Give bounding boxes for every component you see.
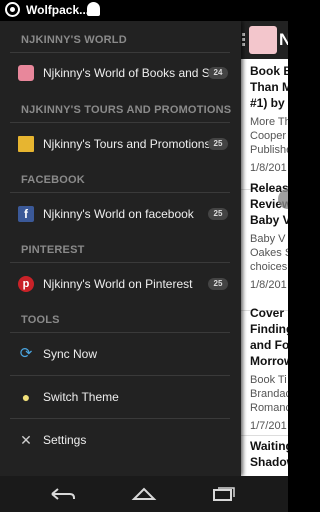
tool-label: Switch Theme bbox=[43, 390, 119, 404]
feed-label: Njkinny's Tours and Promotions bbox=[43, 137, 211, 151]
sync-icon: ⟳ bbox=[19, 345, 33, 362]
status-bar: Wolfpack.... bbox=[0, 0, 288, 21]
unread-count-badge: 25 bbox=[208, 138, 228, 150]
feed-label: Njkinny's World on Pinterest bbox=[43, 277, 193, 291]
divider bbox=[10, 375, 230, 376]
tool-label: Sync Now bbox=[43, 347, 98, 361]
article-snippet-line: Book Ti bbox=[250, 374, 287, 386]
feed-label: Njkinny's World on facebook bbox=[43, 207, 194, 221]
navigation-bar bbox=[0, 476, 288, 512]
divider bbox=[10, 192, 230, 193]
article-item[interactable]: Cover R Finding and Fo Morrow Book Ti Br… bbox=[241, 305, 288, 436]
section-header: PINTEREST bbox=[21, 244, 85, 256]
unread-count-badge: 24 bbox=[208, 67, 228, 79]
divider bbox=[10, 262, 230, 263]
unread-count-badge: 25 bbox=[208, 208, 228, 220]
section-header: TOOLS bbox=[21, 314, 60, 326]
feed-item-books-and-stuff[interactable]: Njkinny's World of Books and Stuff 24 bbox=[0, 53, 241, 93]
tours-logo-icon bbox=[18, 136, 34, 152]
back-icon[interactable] bbox=[50, 486, 76, 502]
article-snippet-line: Publishe bbox=[250, 144, 288, 156]
facebook-icon: f bbox=[18, 206, 34, 222]
article-snippet-line: Oakes S bbox=[250, 247, 288, 259]
settings-icon: ✕ bbox=[20, 432, 32, 448]
whatsapp-icon bbox=[5, 2, 20, 17]
article-title-line: Than M bbox=[250, 80, 288, 94]
lightbulb-icon: ● bbox=[21, 389, 31, 405]
divider bbox=[10, 332, 230, 333]
article-date: 1/8/201 bbox=[250, 162, 287, 174]
recent-apps-icon[interactable] bbox=[211, 486, 237, 502]
feed-item-tours-and-promotions[interactable]: Njkinny's Tours and Promotions 25 bbox=[0, 124, 241, 164]
article-item[interactable]: Book B Than M #1) by More Th Cooper Publ… bbox=[241, 63, 288, 190]
article-title-line: Morrow bbox=[250, 354, 288, 368]
pinterest-icon: p bbox=[18, 276, 34, 292]
content-panel: N Book B Than M #1) by More Th Cooper Pu… bbox=[241, 21, 288, 476]
drawer-indicator-icon[interactable] bbox=[242, 33, 245, 47]
section-header: NJKINNY'S TOURS AND PROMOTIONS bbox=[21, 104, 232, 116]
article-snippet-line: Brandac bbox=[250, 388, 288, 400]
ghost-icon bbox=[87, 2, 100, 16]
feed-item-pinterest[interactable]: p Njkinny's World on Pinterest 25 bbox=[0, 264, 241, 304]
feed-item-facebook[interactable]: f Njkinny's World on facebook 25 bbox=[0, 194, 241, 234]
article-title-line: Baby V bbox=[250, 213, 288, 227]
article-title-line: Cover R bbox=[250, 306, 288, 320]
article-title-line: Book B bbox=[250, 64, 288, 78]
action-bar: N bbox=[241, 21, 288, 59]
feed-label: Njkinny's World of Books and Stuff bbox=[43, 66, 213, 80]
article-title-line: and Fo bbox=[250, 338, 288, 352]
unread-count-badge: 25 bbox=[208, 278, 228, 290]
article-date: 1/8/201 bbox=[250, 279, 287, 291]
article-snippet-line: Romanc bbox=[250, 402, 288, 414]
article-title-line: Finding bbox=[250, 322, 288, 336]
article-title-line: #1) by bbox=[250, 96, 285, 110]
blog-logo-icon bbox=[18, 65, 34, 81]
article-snippet-line: Baby V bbox=[250, 233, 286, 245]
action-bar-title: N bbox=[279, 30, 288, 49]
article-item[interactable]: Waiting Shadow bbox=[241, 438, 288, 476]
article-date: 1/7/201 bbox=[250, 420, 287, 432]
article-title-line: Waiting bbox=[250, 439, 288, 453]
sync-now-item[interactable]: ⟳ Sync Now bbox=[0, 334, 241, 374]
app-logo-icon[interactable] bbox=[249, 26, 277, 54]
home-icon[interactable] bbox=[131, 486, 157, 502]
article-title-line: Shadow bbox=[250, 455, 288, 469]
divider bbox=[10, 418, 230, 419]
article-snippet-line: More Th bbox=[250, 116, 288, 128]
section-header: NJKINNY'S WORLD bbox=[21, 34, 127, 46]
divider bbox=[10, 122, 230, 123]
article-snippet-line: choices bbox=[250, 261, 288, 273]
notification-text: Wolfpack.... bbox=[26, 3, 93, 17]
navigation-drawer: NJKINNY'S WORLD Njkinny's World of Books… bbox=[0, 21, 241, 476]
tool-label: Settings bbox=[43, 433, 87, 447]
section-header: FACEBOOK bbox=[21, 174, 85, 186]
settings-item[interactable]: ✕ Settings bbox=[0, 420, 241, 460]
article-snippet-line: Cooper bbox=[250, 130, 287, 142]
switch-theme-item[interactable]: ● Switch Theme bbox=[0, 377, 241, 417]
